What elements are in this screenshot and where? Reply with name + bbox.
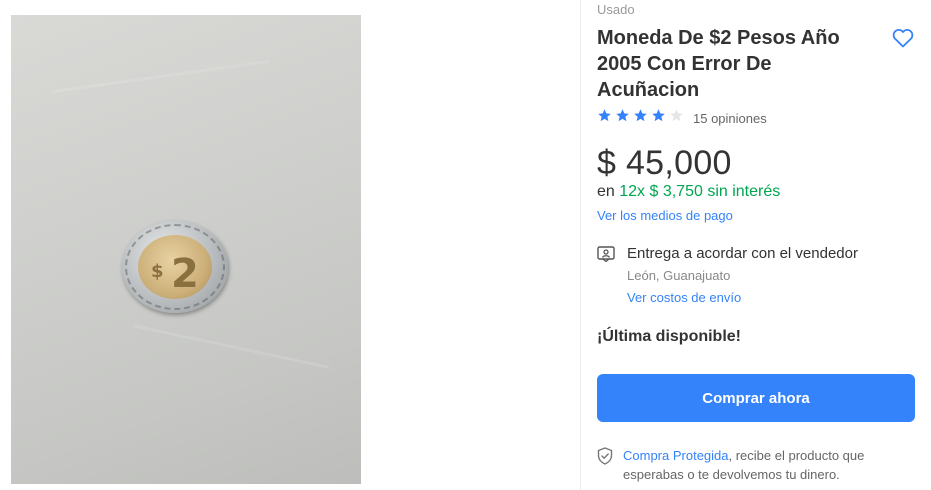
coin-sign: $ — [151, 261, 164, 282]
buy-box: Usado Moneda De $2 Pesos Año 2005 Con Er… — [597, 0, 917, 490]
buy-now-button[interactable]: Comprar ahora — [597, 374, 915, 422]
star-icon — [616, 109, 629, 122]
fabric-fold — [51, 59, 271, 94]
star-icon — [652, 109, 665, 122]
handshake-card-icon — [597, 246, 615, 262]
installments-amount: 12x $ 3,750 sin interés — [619, 183, 781, 200]
shipping-costs-link[interactable]: Ver costos de envío — [627, 290, 741, 305]
product-photo[interactable]: $ 2 — [11, 15, 361, 484]
heart-icon[interactable] — [891, 26, 915, 50]
star-icon — [634, 109, 647, 122]
star-rating — [597, 108, 687, 128]
price: $ 45,000 — [597, 144, 732, 182]
column-divider — [580, 0, 581, 490]
shipping-title: Entrega a acordar con el vendedor — [627, 245, 858, 262]
rating-summary[interactable]: 15 opiniones — [597, 109, 767, 127]
installments-info: en 12x $ 3,750 sin interés — [597, 183, 780, 201]
shield-check-icon — [597, 447, 613, 465]
coin-image: $ 2 — [122, 221, 228, 313]
star-icon — [598, 109, 611, 122]
purchase-protection: Compra Protegida, recibe el producto que… — [623, 446, 913, 484]
fabric-fold — [132, 324, 330, 369]
condition-label: Usado — [597, 2, 635, 17]
installments-prefix: en — [597, 183, 615, 200]
star-icon — [670, 109, 683, 122]
coin-denomination: 2 — [171, 251, 199, 297]
coin-center: $ 2 — [138, 235, 212, 299]
reviews-count: 15 opiniones — [693, 110, 767, 126]
shipping-location: León, Guanajuato — [627, 268, 731, 283]
payment-methods-link[interactable]: Ver los medios de pago — [597, 208, 733, 223]
protected-purchase-link[interactable]: Compra Protegida — [623, 448, 729, 463]
image-gallery: $ 2 — [0, 0, 580, 490]
stock-status: ¡Última disponible! — [597, 328, 741, 345]
product-title: Moneda De $2 Pesos Año 2005 Con Error De… — [597, 27, 840, 101]
